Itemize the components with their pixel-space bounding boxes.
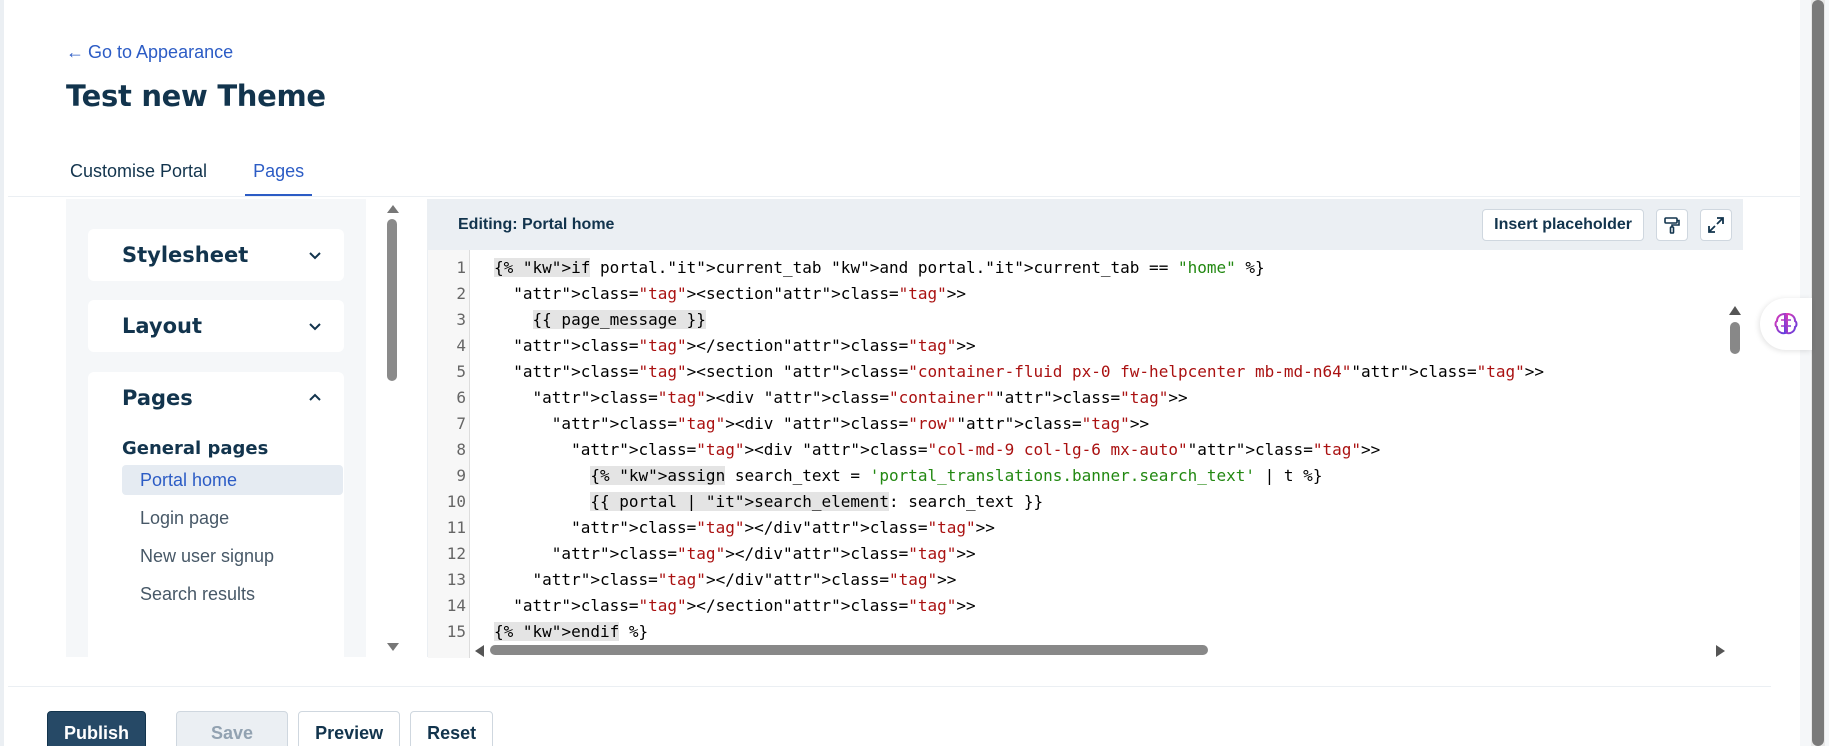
line-number-gutter: 1 2 3 4 5 6 7 8 9 10 11 12 13 14 15 (428, 250, 470, 658)
code-line[interactable]: {% "kw">endif %} (494, 622, 648, 641)
accordion-pages: Pages General pages Portal home Login pa… (88, 372, 344, 657)
code-line[interactable]: {% "kw">assign search_text = 'portal_tra… (494, 466, 1322, 485)
line-number: 6 (456, 388, 466, 407)
accordion-label: Layout (122, 314, 203, 338)
line-number: 13 (446, 570, 466, 589)
code-line[interactable]: {{ portal | "it">search_element: search_… (494, 492, 1043, 511)
ai-assistant-button[interactable] (1760, 298, 1812, 350)
code-line[interactable]: "attr">class="tag"><section "attr">class… (494, 362, 1544, 381)
footer-actions: Publish Save Preview Reset (47, 711, 494, 746)
scrollbar-thumb[interactable] (490, 645, 1208, 655)
general-pages-label: General pages (122, 438, 269, 459)
editor-title: Editing: Portal home (458, 216, 615, 233)
scrollbar-thumb[interactable] (1730, 322, 1740, 354)
code-line[interactable]: "attr">class="tag"><div "attr">class="co… (494, 388, 1188, 407)
line-number: 9 (456, 466, 466, 485)
code-line[interactable]: {{ page_message }} (494, 310, 706, 329)
code-line[interactable]: "attr">class="tag"><section"attr">class=… (494, 284, 966, 303)
accordion-layout[interactable]: Layout (88, 300, 344, 352)
expand-button[interactable] (1700, 209, 1732, 241)
back-to-appearance-link[interactable]: ← Go to Appearance (66, 42, 233, 63)
code-line[interactable]: "attr">class="tag"><div "attr">class="co… (494, 440, 1380, 459)
sidebar-item-search-results[interactable]: Search results (122, 579, 343, 609)
line-number: 14 (446, 596, 466, 615)
accordion-stylesheet[interactable]: Stylesheet (88, 229, 344, 281)
code-line[interactable]: "attr">class="tag"><div "attr">class="ro… (494, 414, 1149, 433)
line-number: 3 (456, 310, 466, 329)
preview-button[interactable]: Preview (298, 711, 401, 746)
scroll-up-arrow-icon[interactable] (387, 205, 399, 213)
code-line[interactable]: "attr">class="tag"></section"attr">class… (494, 336, 975, 355)
scrollbar-thumb[interactable] (387, 219, 397, 381)
code-line[interactable]: "attr">class="tag"></div"attr">class="ta… (494, 518, 995, 537)
line-number: 5 (456, 362, 466, 381)
line-number: 8 (456, 440, 466, 459)
tab-divider (8, 196, 1800, 197)
line-number: 10 (446, 492, 466, 511)
code-area[interactable]: 1 2 3 4 5 6 7 8 9 10 11 12 13 14 15 {% "… (428, 250, 1744, 658)
scroll-down-arrow-icon[interactable] (387, 643, 399, 651)
expand-icon (1708, 217, 1724, 233)
line-number: 11 (446, 518, 466, 537)
back-link-label: Go to Appearance (88, 42, 234, 62)
footer-divider (8, 686, 1771, 687)
tab-customise-portal[interactable]: Customise Portal (62, 155, 215, 197)
code-line[interactable]: "attr">class="tag"></div"attr">class="ta… (494, 570, 957, 589)
code-line[interactable]: "attr">class="tag"></section"attr">class… (494, 596, 975, 615)
format-button[interactable] (1656, 209, 1688, 241)
sidebar-scrollbar[interactable] (385, 199, 399, 657)
insert-placeholder-button[interactable]: Insert placeholder (1482, 209, 1644, 241)
accordion-label: Pages (122, 386, 193, 410)
save-button[interactable]: Save (176, 711, 289, 746)
code-line[interactable]: "attr">class="tag"></div"attr">class="ta… (494, 544, 976, 563)
publish-button[interactable]: Publish (47, 711, 147, 746)
page: ← Go to Appearance Test new Theme Custom… (0, 0, 1800, 746)
line-number: 2 (456, 284, 466, 303)
sidebar-item-portal-home[interactable]: Portal home (122, 465, 343, 495)
page-scrollbar-thumb[interactable] (1812, 0, 1824, 746)
line-number: 1 (456, 258, 466, 277)
line-number: 15 (446, 622, 466, 641)
sidebar: Stylesheet Layout Pages General pages Po… (66, 199, 366, 657)
editor-vertical-scrollbar[interactable] (1728, 302, 1742, 658)
scroll-up-arrow-icon[interactable] (1729, 306, 1741, 315)
paint-roller-icon (1664, 217, 1680, 234)
brain-icon (1774, 312, 1798, 335)
chevron-down-icon (309, 252, 321, 260)
code-line[interactable]: {% "kw">if portal."it">current_tab "kw">… (494, 258, 1265, 277)
chevron-up-icon (309, 393, 321, 401)
arrow-left-icon: ← (66, 42, 84, 62)
line-number: 7 (456, 414, 466, 433)
line-number: 4 (456, 336, 466, 355)
page-title: Test new Theme (66, 79, 326, 113)
tab-pages[interactable]: Pages (245, 155, 313, 197)
tab-bar: Customise Portal Pages (62, 155, 342, 197)
sidebar-item-new-user-signup[interactable]: New user signup (122, 541, 343, 571)
editor-header: Editing: Portal home Insert placeholder (428, 200, 1742, 250)
line-number: 12 (446, 544, 466, 563)
scroll-left-arrow-icon[interactable] (475, 645, 484, 657)
accordion-pages-header[interactable]: Pages (88, 372, 344, 424)
scroll-right-arrow-icon[interactable] (1716, 645, 1725, 657)
code-editor-panel: Editing: Portal home Insert placeholder (427, 199, 1744, 658)
editor-horizontal-scrollbar[interactable] (472, 642, 1728, 658)
sidebar-item-login-page[interactable]: Login page (122, 503, 343, 533)
reset-button[interactable]: Reset (410, 711, 494, 746)
chevron-down-icon (309, 323, 321, 331)
accordion-label: Stylesheet (122, 243, 249, 267)
